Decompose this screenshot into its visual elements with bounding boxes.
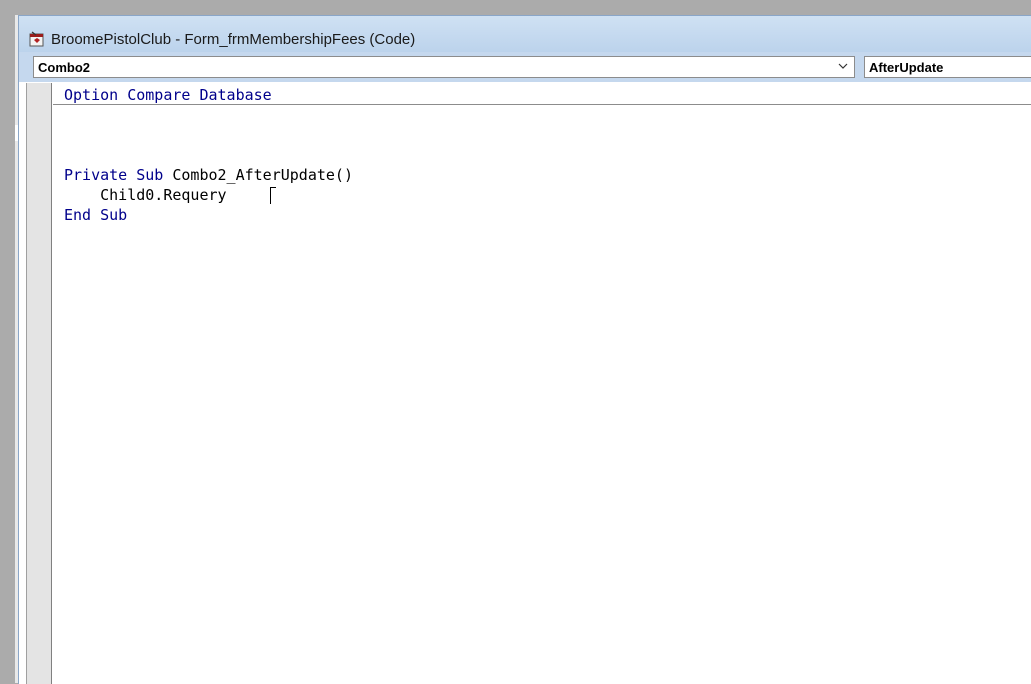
code-line-3[interactable]: Child0.Requery [64,185,227,205]
code-editor[interactable]: Option Compare Database Private Sub Comb… [53,82,1031,684]
vba-module-icon[interactable] [28,30,46,48]
code-keyword: End Sub [64,206,128,224]
code-window[interactable]: BroomePistolClub - Form_frmMembershipFee… [18,15,1031,684]
window-title: BroomePistolClub - Form_frmMembershipFee… [51,31,416,48]
object-combo-value: Combo2 [38,60,90,75]
object-combo[interactable]: Combo2 [33,56,855,78]
code-line-4[interactable]: End Sub [64,205,127,225]
code-text: Combo2_AfterUpdate() [163,166,353,184]
combo-toolbar: Combo2 AfterUpdate [19,52,1031,82]
text-caret-top [270,187,276,188]
title-bar[interactable]: BroomePistolClub - Form_frmMembershipFee… [19,16,1031,52]
chevron-down-icon[interactable] [838,59,848,73]
code-line-2[interactable]: Private Sub Combo2_AfterUpdate() [64,165,353,185]
procedure-combo-value: AfterUpdate [869,60,944,75]
procedure-combo[interactable]: AfterUpdate [864,56,1031,78]
code-pane[interactable]: Option Compare Database Private Sub Comb… [25,82,1031,684]
procedure-separator [53,104,1031,105]
code-keyword: Option Compare Database [64,86,272,104]
text-caret [270,187,271,204]
margin-indicator-bar[interactable] [26,83,52,684]
code-line-1[interactable]: Option Compare Database [64,85,272,105]
code-keyword: Private Sub [64,166,164,184]
code-text: Child0.Requery [64,186,227,204]
